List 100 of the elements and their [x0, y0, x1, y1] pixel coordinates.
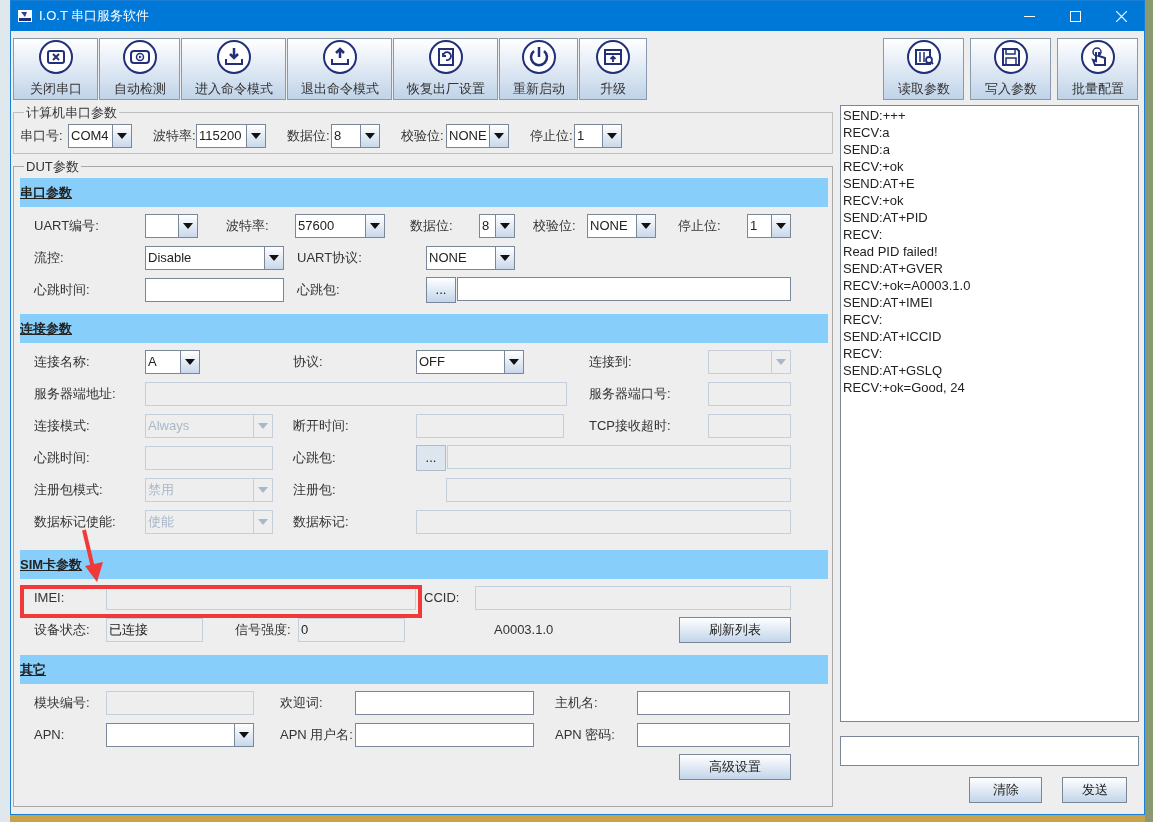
log-line: RECV:: [843, 345, 884, 362]
log-line: RECV:: [843, 311, 884, 328]
dropdown[interactable]: NONE: [446, 123, 509, 148]
field-label: 连接模式:: [34, 417, 91, 436]
field-label: APN 密码:: [555, 726, 616, 745]
field-label: 停止位:: [678, 217, 722, 236]
caret-icon: [117, 132, 127, 139]
field-label: APN 用户名:: [280, 726, 354, 745]
text-field[interactable]: [145, 278, 284, 302]
text-field[interactable]: [355, 723, 534, 747]
field-label: 心跳包:: [293, 449, 337, 468]
maximize-icon: [1069, 10, 1081, 22]
field-label: 连接名称:: [34, 353, 91, 372]
text-field[interactable]: [447, 445, 791, 469]
toolbar-button[interactable]: 进入命令模式: [181, 38, 286, 100]
field-label: 心跳时间:: [34, 281, 91, 300]
dropdown[interactable]: 1: [574, 123, 622, 148]
close-icon: [1115, 10, 1127, 22]
hand-pointer-icon: [1079, 39, 1116, 76]
dropdown[interactable]: Disable: [145, 246, 284, 270]
text-field[interactable]: [637, 691, 790, 715]
caret-icon: [494, 132, 504, 139]
field-label: 信号强度:: [235, 621, 292, 640]
log-line: RECV:+ok: [843, 192, 905, 209]
field-label: 波特率:: [226, 217, 270, 236]
group-title: DUT参数: [25, 157, 80, 176]
caret-icon: [509, 359, 519, 365]
field-label: TCP接收超时:: [589, 417, 672, 436]
annotation-arrow: [82, 529, 103, 582]
field-label: 设备状态:: [34, 621, 91, 640]
restore-icon: [427, 39, 464, 76]
caret-icon: [258, 487, 268, 493]
dropdown[interactable]: OFF: [416, 350, 524, 374]
version-text: A0003.1.0: [494, 621, 555, 640]
field-label: 连接到:: [589, 353, 633, 372]
button[interactable]: 刷新列表: [679, 617, 791, 643]
field-label: 主机名:: [555, 694, 599, 713]
button[interactable]: 高级设置: [679, 754, 791, 780]
field-label: APN:: [34, 726, 66, 745]
toolbar-button[interactable]: 恢复出厂设置: [393, 38, 498, 100]
dropdown[interactable]: NONE: [587, 214, 656, 238]
dropdown[interactable]: 8: [331, 123, 380, 148]
caret-icon: [607, 132, 617, 139]
power-icon: [520, 39, 557, 76]
toolbar-button[interactable]: 写入参数: [970, 38, 1051, 100]
caret-icon: [183, 223, 193, 229]
field-label: UART编号:: [34, 217, 100, 236]
group-title: 计算机串口参数: [25, 104, 118, 122]
toolbar-button[interactable]: 重新启动: [499, 38, 578, 100]
section-title: SIM卡参数: [20, 555, 83, 574]
field-label: IMEI:: [34, 589, 66, 608]
dropdown[interactable]: NONE: [426, 246, 515, 270]
text-field[interactable]: [457, 277, 791, 301]
caret-icon: [641, 223, 651, 229]
field-label: 服务器端地址:: [34, 385, 117, 404]
log-line: SEND:+++: [843, 107, 907, 124]
text-field[interactable]: [637, 723, 790, 747]
log-line: RECV:+ok=Good, 24: [843, 379, 966, 396]
caret-icon: [365, 132, 375, 139]
button[interactable]: 清除: [969, 777, 1042, 803]
dropdown[interactable]: COM4: [68, 123, 132, 148]
window-title: I.O.T 串口服务软件: [39, 7, 150, 26]
upload-icon: [321, 39, 358, 76]
log-line: RECV:+ok=A0003.1.0: [843, 277, 972, 294]
dropdown[interactable]: 1: [747, 214, 791, 238]
dropdown[interactable]: 57600: [295, 214, 385, 238]
log-line: RECV:+ok: [843, 158, 905, 175]
toolbar-button[interactable]: 关闭串口: [13, 38, 98, 100]
caret-icon: [370, 223, 380, 229]
save-icon: [992, 39, 1029, 76]
dropdown[interactable]: 115200: [196, 123, 266, 148]
dropdown[interactable]: A: [145, 350, 200, 374]
log-line: SEND:AT+E: [843, 175, 916, 192]
caret-icon: [269, 255, 279, 261]
field-label: 心跳包:: [297, 281, 341, 300]
caret-icon: [258, 423, 268, 429]
log-line: RECV:: [843, 226, 884, 243]
field-label: 数据位:: [410, 217, 454, 236]
text-field[interactable]: [355, 691, 534, 715]
dropdown[interactable]: 8: [479, 214, 515, 238]
toolbar-button[interactable]: 自动检测: [99, 38, 180, 100]
dropdown[interactable]: [145, 214, 198, 238]
field-label: 模块编号:: [34, 694, 91, 713]
toolbar-button[interactable]: 升级: [579, 38, 647, 100]
caret-icon: [258, 519, 268, 525]
field-label: CCID:: [424, 589, 461, 608]
caret-icon: [776, 223, 786, 229]
section-title: 其它: [20, 660, 46, 679]
download-icon: [215, 39, 252, 76]
input-field[interactable]: [840, 736, 1139, 766]
log-line: RECV:a: [843, 124, 891, 141]
caret-icon: [776, 359, 786, 365]
button[interactable]: ...: [426, 277, 456, 303]
toolbar-button[interactable]: 批量配置: [1057, 38, 1138, 100]
log-line: SEND:a: [843, 141, 891, 158]
button[interactable]: 发送: [1062, 777, 1127, 803]
toolbar-button[interactable]: 退出命令模式: [287, 38, 392, 100]
upgrade-icon: [595, 39, 631, 76]
toolbar-button[interactable]: 读取参数: [883, 38, 964, 100]
close-port-icon: [37, 39, 74, 76]
